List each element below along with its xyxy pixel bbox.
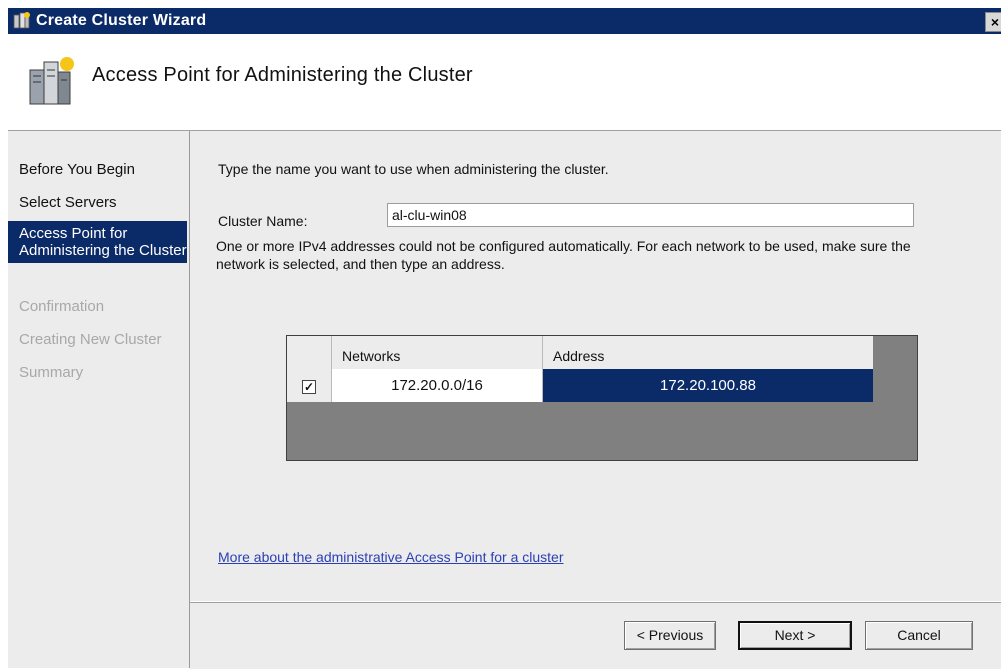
grid-header-check	[287, 336, 332, 369]
row-check-cell: ✓	[287, 369, 332, 402]
cluster-servers-icon	[29, 57, 74, 105]
wizard-content: Type the name you want to use when admin…	[190, 131, 1001, 601]
wizard-header: Access Point for Administering the Clust…	[8, 34, 1001, 131]
cluster-name-input[interactable]	[387, 203, 914, 227]
wizard-footer: < Previous Next > Cancel	[190, 602, 1001, 669]
cancel-button[interactable]: Cancel	[865, 621, 973, 650]
network-checkbox[interactable]: ✓	[302, 380, 316, 394]
network-cell[interactable]: 172.20.0.0/16	[332, 369, 543, 402]
network-grid: Networks Address ✓ 172.20.0.0/16 172.20.…	[286, 335, 918, 461]
close-button[interactable]: ×	[985, 12, 1001, 32]
table-row[interactable]: ✓ 172.20.0.0/16 172.20.100.88	[287, 369, 873, 402]
grid-header: Networks Address	[287, 336, 873, 369]
cluster-name-label: Cluster Name:	[218, 213, 308, 229]
more-info-link[interactable]: More about the administrative Access Poi…	[218, 549, 564, 565]
title-bar: Create Cluster Wizard ×	[0, 0, 1001, 34]
step-select-servers[interactable]: Select Servers	[8, 194, 187, 211]
title-bar-strip: Create Cluster Wizard ×	[8, 8, 1001, 34]
step-before-you-begin[interactable]: Before You Begin	[8, 161, 187, 178]
address-cell[interactable]: 172.20.100.88	[543, 369, 873, 402]
step-summary: Summary	[19, 364, 84, 381]
grid-header-address[interactable]: Address	[543, 336, 873, 369]
cluster-wizard-icon	[13, 12, 30, 29]
instruction-text: Type the name you want to use when admin…	[218, 161, 609, 177]
ipv4-warning-text: One or more IPv4 addresses could not be …	[216, 238, 911, 272]
next-button[interactable]: Next >	[738, 621, 852, 650]
previous-button[interactable]: < Previous	[624, 621, 716, 650]
step-creating-new-cluster: Creating New Cluster	[19, 331, 162, 348]
step-confirmation: Confirmation	[19, 298, 105, 315]
window-title: Create Cluster Wizard	[36, 12, 207, 29]
step-access-point[interactable]: Access Point for Administering the Clust…	[8, 221, 187, 263]
grid-header-networks[interactable]: Networks	[332, 336, 543, 369]
wizard-steps-panel: Before You Begin Select Servers Access P…	[8, 131, 190, 668]
page-title: Access Point for Administering the Clust…	[92, 64, 473, 86]
